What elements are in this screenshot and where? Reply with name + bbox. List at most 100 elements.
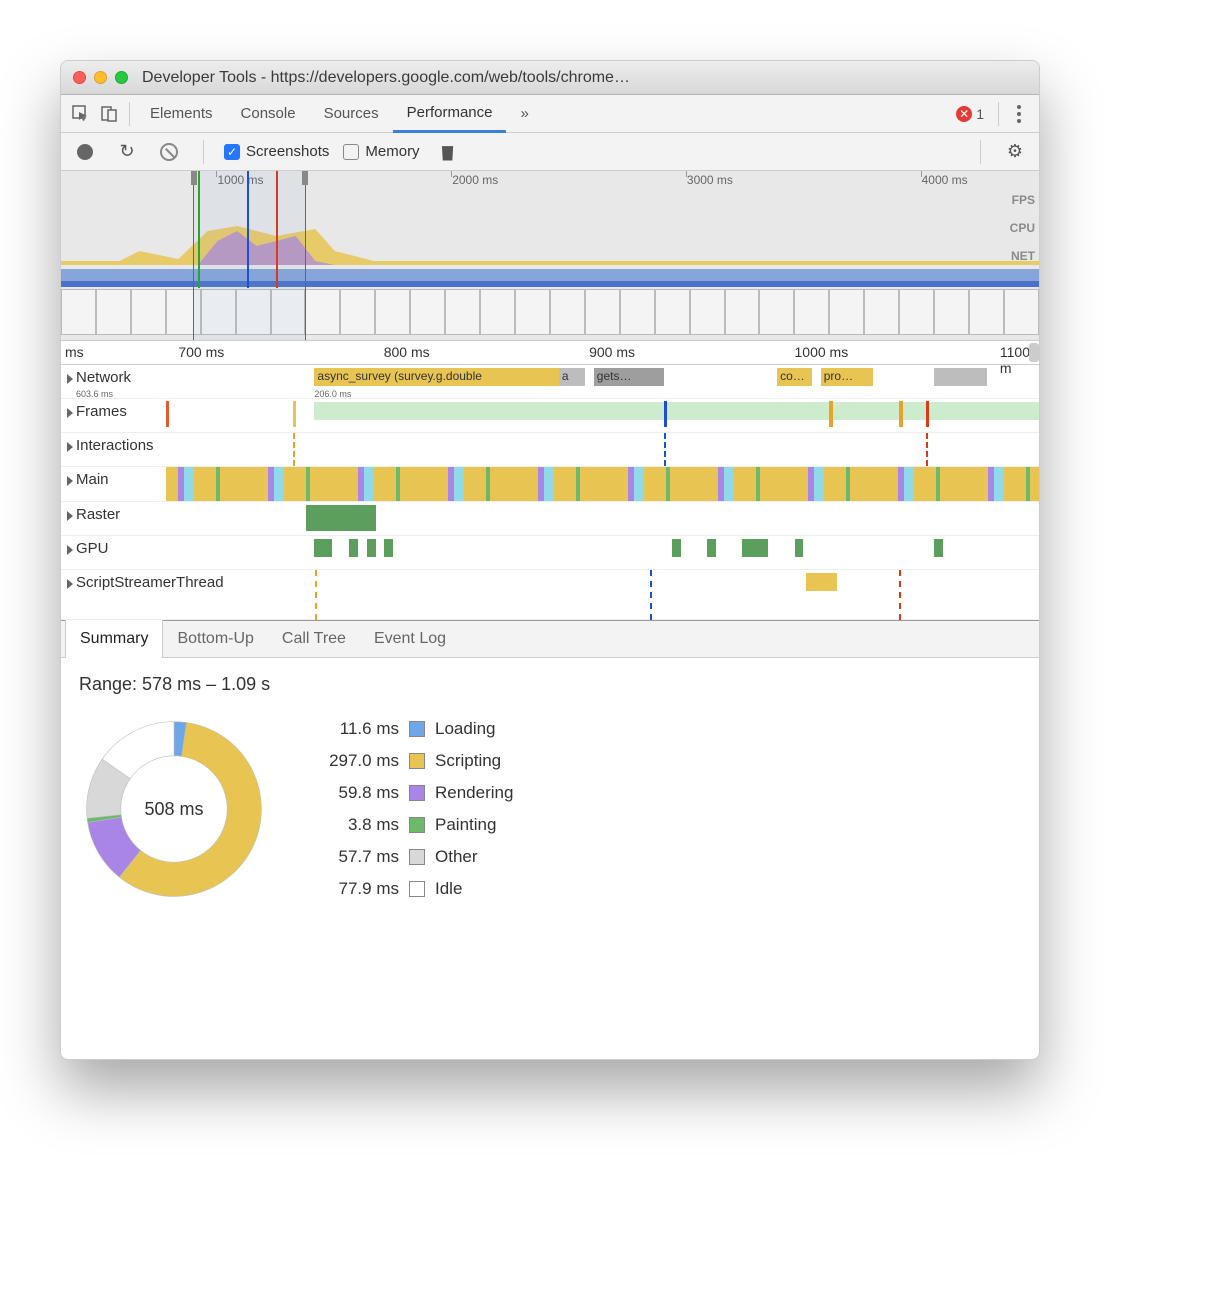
lane-label: Frames xyxy=(76,403,127,420)
gpu-bar xyxy=(349,539,358,557)
overview-panel[interactable]: 1000 ms2000 ms3000 ms4000 ms FPSCPUNET xyxy=(61,171,1039,341)
legend-value: 59.8 ms xyxy=(309,783,399,803)
error-count[interactable]: ✕ 1 xyxy=(956,106,984,122)
minimize-window-button[interactable] xyxy=(94,71,107,84)
legend-name: Idle xyxy=(435,879,462,899)
legend-value: 57.7 ms xyxy=(309,847,399,867)
screenshot-thumb xyxy=(934,289,969,335)
memory-checkbox[interactable]: Memory xyxy=(343,143,419,160)
clear-button[interactable] xyxy=(155,138,183,166)
tabs-more[interactable]: » xyxy=(506,95,542,133)
performance-toolbar: ↻ ✓ Screenshots Memory ⚙ xyxy=(61,133,1039,171)
gpu-bar xyxy=(672,539,681,557)
timeline-tick: 700 ms xyxy=(178,344,224,360)
scrollbar-handle[interactable] xyxy=(1029,343,1039,362)
screenshot-thumb xyxy=(445,289,480,335)
tab-sources[interactable]: Sources xyxy=(310,95,393,133)
gpu-bar xyxy=(367,539,376,557)
legend-swatch xyxy=(409,785,425,801)
overview-tick: 4000 ms xyxy=(922,173,968,187)
bottom-tab-event-log[interactable]: Event Log xyxy=(360,620,460,658)
screenshot-thumb xyxy=(410,289,445,335)
frame-tick xyxy=(829,401,833,427)
main-flame-chart[interactable] xyxy=(166,467,1039,501)
screenshot-thumb xyxy=(864,289,899,335)
screenshot-thumb xyxy=(340,289,375,335)
network-request-bar[interactable]: async_survey (survey.g.double xyxy=(314,368,558,386)
kebab-menu-icon[interactable] xyxy=(1005,100,1033,128)
window-title: Developer Tools - https://developers.goo… xyxy=(142,69,630,87)
timeline-tick: 1000 ms xyxy=(795,344,849,360)
screenshot-thumb xyxy=(96,289,131,335)
tab-console[interactable]: Console xyxy=(227,95,310,133)
bottom-tabbar: SummaryBottom-UpCall TreeEvent Log xyxy=(61,620,1039,658)
network-request-bar[interactable] xyxy=(934,368,986,386)
close-window-button[interactable] xyxy=(73,71,86,84)
lane-gpu[interactable]: GPU xyxy=(61,536,1039,570)
lane-label: Network xyxy=(76,369,131,386)
screenshot-thumb xyxy=(131,289,166,335)
overview-selection[interactable] xyxy=(193,171,305,340)
selection-handle-left[interactable] xyxy=(191,171,197,185)
summary-donut-chart: 508 ms xyxy=(79,714,269,904)
legend-swatch xyxy=(409,849,425,865)
screenshot-thumb xyxy=(305,289,340,335)
memory-label: Memory xyxy=(365,143,419,160)
legend-name: Painting xyxy=(435,815,496,835)
screenshot-thumb xyxy=(794,289,829,335)
summary-panel: Range: 578 ms – 1.09 s 508 ms 11.6 msLoa… xyxy=(61,658,1039,921)
overview-tick: 3000 ms xyxy=(687,173,733,187)
lane-network[interactable]: Network async_survey (survey.g.doubleage… xyxy=(61,365,1039,399)
lane-interactions[interactable]: Interactions xyxy=(61,433,1039,467)
timeline-ruler[interactable]: ms 700 ms800 ms900 ms1000 ms1100 m xyxy=(61,341,1039,365)
divider xyxy=(998,102,999,126)
lane-label: Main xyxy=(76,471,109,488)
network-request-bar[interactable]: gets… xyxy=(594,368,664,386)
legend-value: 11.6 ms xyxy=(309,719,399,739)
inspect-element-icon[interactable] xyxy=(67,100,95,128)
legend-value: 297.0 ms xyxy=(309,751,399,771)
lane-frames[interactable]: Frames 603.6 ms 206.0 ms xyxy=(61,399,1039,433)
network-request-bar[interactable]: pro… xyxy=(821,368,873,386)
device-toolbar-icon[interactable] xyxy=(95,100,123,128)
zoom-window-button[interactable] xyxy=(115,71,128,84)
frame-tick xyxy=(899,401,903,427)
network-request-bar[interactable]: a xyxy=(559,368,585,386)
timeline-tick: 800 ms xyxy=(384,344,430,360)
garbage-collect-button[interactable] xyxy=(434,138,462,166)
divider xyxy=(203,140,204,164)
screenshot-thumb xyxy=(655,289,690,335)
divider xyxy=(980,140,981,164)
legend-row-loading: 11.6 ms Loading xyxy=(309,713,513,745)
lane-raster[interactable]: Raster xyxy=(61,502,1039,536)
marker-blue xyxy=(247,171,249,288)
settings-icon[interactable]: ⚙ xyxy=(1001,138,1029,166)
marker-red xyxy=(276,171,278,288)
tab-performance[interactable]: Performance xyxy=(393,95,507,133)
gpu-bar xyxy=(707,539,716,557)
screenshot-thumb xyxy=(480,289,515,335)
screenshot-thumb xyxy=(61,289,96,335)
tab-elements[interactable]: Elements xyxy=(136,95,227,133)
bottom-tab-bottom-up[interactable]: Bottom-Up xyxy=(163,620,267,658)
reload-and-record-button[interactable]: ↻ xyxy=(113,138,141,166)
ruler-unit: ms xyxy=(65,344,84,360)
legend-name: Rendering xyxy=(435,783,513,803)
marker-green xyxy=(198,171,200,288)
lane-main[interactable]: Main xyxy=(61,467,1039,502)
selection-handle-right[interactable] xyxy=(302,171,308,185)
legend-name: Loading xyxy=(435,719,496,739)
screenshots-checkbox[interactable]: ✓ Screenshots xyxy=(224,143,329,160)
network-request-bar[interactable]: co… xyxy=(777,368,812,386)
bottom-tab-call-tree[interactable]: Call Tree xyxy=(268,620,360,658)
chevron-right-icon xyxy=(67,511,73,521)
legend-swatch xyxy=(409,721,425,737)
frame-badge: 206.0 ms xyxy=(314,389,351,399)
bottom-tab-summary[interactable]: Summary xyxy=(65,620,163,658)
lane-scriptstreamer[interactable]: ScriptStreamerThread xyxy=(61,570,1039,620)
screenshot-thumb xyxy=(829,289,864,335)
legend-swatch xyxy=(409,753,425,769)
legend-row-painting: 3.8 msPainting xyxy=(309,809,513,841)
record-button[interactable] xyxy=(71,138,99,166)
devtools-tabbar: ElementsConsoleSourcesPerformance » ✕ 1 xyxy=(61,95,1039,133)
